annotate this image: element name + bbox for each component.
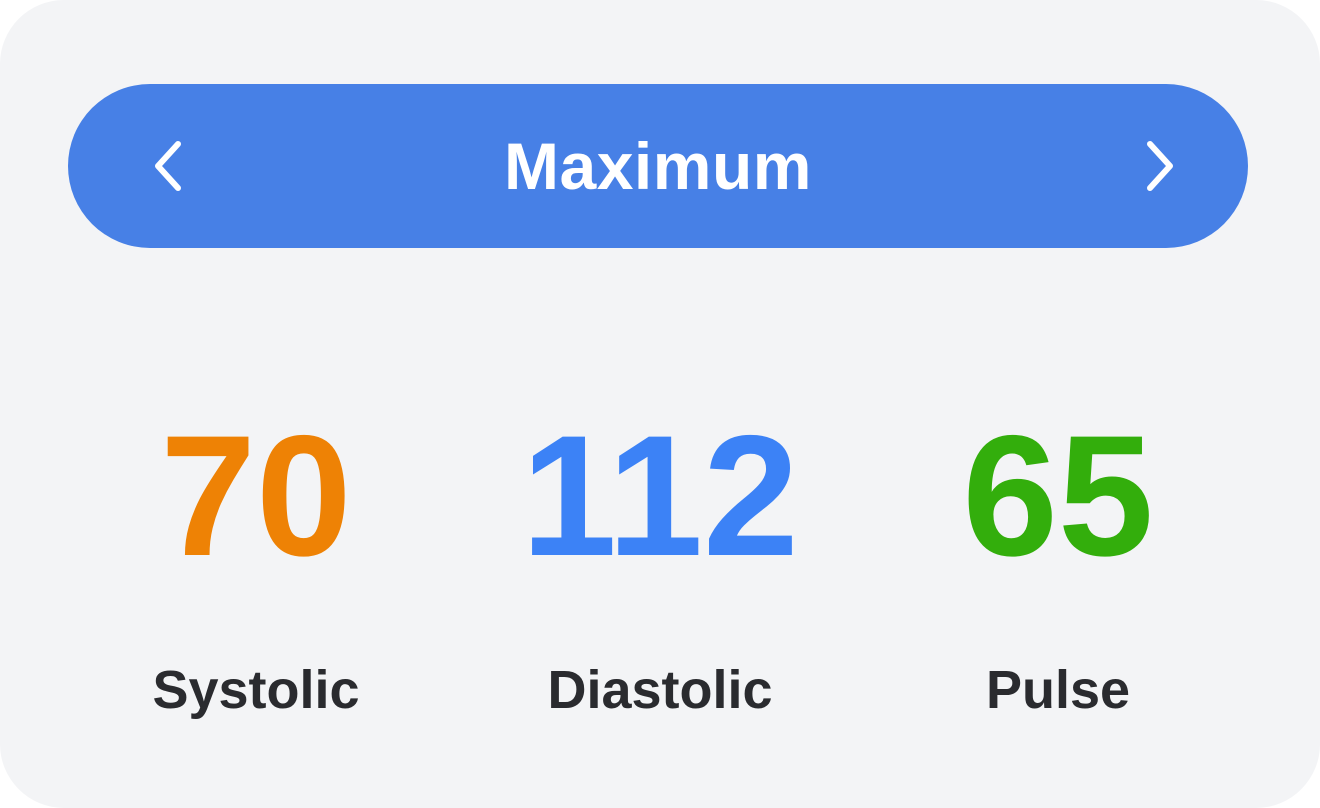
stat-label-pulse: Pulse [985,660,1131,720]
period-selector: Maximum [68,84,1248,248]
stat-label-systolic: Systolic [152,660,360,720]
next-button[interactable] [1118,126,1198,206]
stat-diastolic: 112 Diastolic [460,410,860,720]
stat-value-systolic: 70 [160,400,352,592]
stat-value-diastolic: 112 [521,400,799,592]
period-title: Maximum [504,129,812,203]
stat-label-diastolic: Diastolic [547,660,773,720]
chevron-right-icon [1147,141,1173,191]
stat-systolic: 70 Systolic [56,410,456,720]
stats-card: Maximum 70 Systolic 112 Diastolic 65 Pul… [0,0,1320,808]
stat-pulse: 65 Pulse [858,410,1258,720]
stat-value-pulse: 65 [962,400,1154,592]
